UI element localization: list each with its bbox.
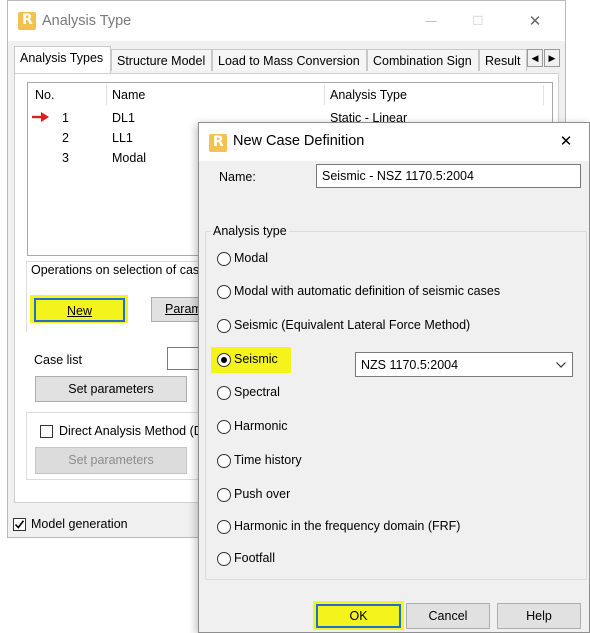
radio-seismic[interactable] <box>217 353 231 367</box>
radio-footfall[interactable] <box>217 552 231 566</box>
case-name-input[interactable]: Seismic - NSZ 1170.5:2004 <box>316 164 581 188</box>
column-separator <box>324 85 325 105</box>
radio-modal-label[interactable]: Modal <box>234 251 268 265</box>
operations-label: Operations on selection of cas <box>29 263 202 277</box>
cancel-button[interactable]: Cancel <box>406 603 490 629</box>
radio-time-history[interactable] <box>217 454 231 468</box>
dam-checkbox-label: Direct Analysis Method (DA <box>59 424 212 438</box>
radio-modal[interactable] <box>217 252 231 266</box>
tab-result[interactable]: Result <box>479 49 527 71</box>
radio-modal-auto-seismic-label[interactable]: Modal with automatic definition of seism… <box>234 284 500 298</box>
dialog-titlebar: R New Case Definition ✕ <box>199 123 589 161</box>
row-name: LL1 <box>112 131 133 145</box>
row-name: Modal <box>112 151 147 165</box>
name-label: Name: <box>219 170 256 184</box>
tab-combination-sign[interactable]: Combination Sign <box>367 49 479 71</box>
new-button[interactable]: New <box>34 298 125 322</box>
close-icon[interactable]: ✕ <box>520 9 550 33</box>
row-number: 1 <box>62 111 69 125</box>
tab-scroll-right-icon[interactable]: ▶ <box>544 49 560 67</box>
radio-modal-auto-seismic[interactable] <box>217 285 231 299</box>
seismic-code-select[interactable]: NZS 1170.5:2004 <box>355 352 573 377</box>
help-button[interactable]: Help <box>497 603 581 629</box>
seismic-code-value: NZS 1170.5:2004 <box>361 358 459 372</box>
column-header-no[interactable]: No. <box>35 83 54 107</box>
tab-scroll-left-icon[interactable]: ◀ <box>527 49 543 67</box>
radio-time-history-label[interactable]: Time history <box>234 453 302 467</box>
case-list-label: Case list <box>34 353 82 367</box>
radio-harmonic-frf-label[interactable]: Harmonic in the frequency domain (FRF) <box>234 519 460 533</box>
ok-button[interactable]: OK <box>316 604 401 628</box>
column-header-name[interactable]: Name <box>112 83 145 107</box>
dialog-title: New Case Definition <box>233 133 365 149</box>
model-generation-label: Model generation <box>31 517 128 531</box>
tab-load-to-mass-conversion[interactable]: Load to Mass Conversion <box>212 49 367 71</box>
radio-push-over[interactable] <box>217 488 231 502</box>
column-separator <box>543 85 544 105</box>
radio-seismic-elf-label[interactable]: Seismic (Equivalent Lateral Force Method… <box>234 318 470 332</box>
new-button-label: New <box>66 304 92 318</box>
radio-push-over-label[interactable]: Push over <box>234 487 290 501</box>
radio-spectral-label[interactable]: Spectral <box>234 385 280 399</box>
app-logo-icon: R <box>209 134 227 152</box>
radio-seismic-label[interactable]: Seismic <box>234 352 278 366</box>
radio-footfall-label[interactable]: Footfall <box>234 551 275 565</box>
tab-structure-model[interactable]: Structure Model <box>111 49 212 71</box>
radio-spectral[interactable] <box>217 386 231 400</box>
maximize-icon[interactable]: ☐ <box>463 9 493 33</box>
radio-harmonic[interactable] <box>217 420 231 434</box>
app-logo-icon: R <box>18 12 36 30</box>
row-number: 3 <box>62 151 69 165</box>
row-name: DL1 <box>112 111 135 125</box>
current-row-arrow-icon <box>32 112 49 122</box>
dropdown-arrow-icon <box>556 362 566 368</box>
dam-checkbox[interactable] <box>40 425 53 438</box>
window-title: Analysis Type <box>42 13 132 29</box>
set-parameters-button[interactable]: Set parameters <box>35 376 187 402</box>
model-generation-checkbox[interactable] <box>13 518 26 531</box>
radio-seismic-elf[interactable] <box>217 319 231 333</box>
tab-analysis-types[interactable]: Analysis Types <box>14 46 111 73</box>
close-icon[interactable]: ✕ <box>551 129 581 153</box>
row-number: 2 <box>62 131 69 145</box>
new-case-definition-dialog: R New Case Definition ✕ Name: Seismic - … <box>198 122 590 633</box>
analysis-type-titlebar: R Analysis Type — ☐ ✕ <box>8 1 565 41</box>
column-header-analysis-type[interactable]: Analysis Type <box>330 83 407 107</box>
column-separator <box>106 85 107 105</box>
radio-harmonic-frf[interactable] <box>217 520 231 534</box>
analysis-type-group-title: Analysis type <box>211 224 289 238</box>
radio-harmonic-label[interactable]: Harmonic <box>234 419 288 433</box>
checkmark-icon <box>14 520 25 529</box>
minimize-icon[interactable]: — <box>416 9 446 33</box>
set-parameters-disabled-button: Set parameters <box>35 447 187 474</box>
